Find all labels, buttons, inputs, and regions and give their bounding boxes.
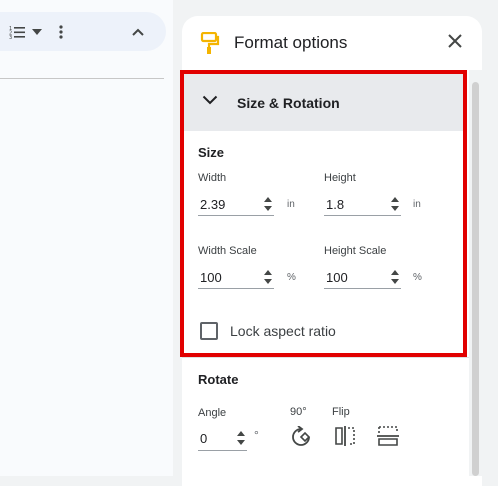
panel-title: Format options [234,33,348,52]
angle-input[interactable]: 0 [200,431,207,446]
rotate-90-label: 90° [290,406,307,418]
flip-horizontal-icon[interactable] [334,425,356,452]
scrollbar-thumb[interactable] [472,82,479,476]
angle-label: Angle [198,407,227,419]
numbered-list-icon[interactable]: 1 2 3 [6,12,28,51]
chevron-up-icon[interactable] [128,12,148,51]
flip-label: Flip [332,406,350,418]
more-vert-icon[interactable] [54,12,68,51]
section-divider [182,357,469,358]
paint-roller-icon [200,31,220,59]
rotate-90-icon[interactable] [290,425,312,453]
close-icon[interactable] [446,32,464,50]
document-area: 1 2 3 [0,0,173,476]
angle-stepper-icon[interactable] [236,430,246,446]
document-divider [0,78,164,79]
rotate-heading: Rotate [198,372,239,387]
caret-down-icon[interactable] [30,12,44,51]
highlight-annotation [180,70,467,357]
svg-text:3: 3 [9,35,12,39]
flip-vertical-icon[interactable] [376,425,400,452]
panel-header: Format options [182,16,482,70]
toolbar: 1 2 3 [0,12,166,51]
panel-edge [482,70,498,476]
angle-underline [198,450,247,451]
angle-unit: ° [254,428,259,442]
